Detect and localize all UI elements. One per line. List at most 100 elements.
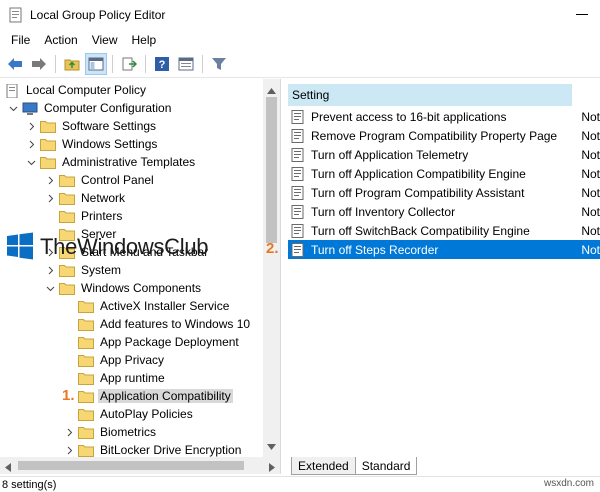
- tree-item-app-package-deployment[interactable]: App Package Deployment: [78, 333, 241, 351]
- policy-setting-icon: [291, 242, 305, 257]
- policy-row[interactable]: Turn off SwitchBack Compatibility Engine…: [288, 221, 600, 240]
- chevron-right-icon[interactable]: [64, 445, 74, 455]
- toolbar: ?: [0, 50, 600, 78]
- tree-item-printers[interactable]: Printers: [59, 207, 124, 225]
- callout-step-2: 2.: [266, 240, 279, 257]
- column-header-state[interactable]: [572, 84, 600, 106]
- tree-item-administrative-templates[interactable]: Administrative Templates: [26, 153, 197, 171]
- folder-icon: [59, 264, 75, 277]
- tree-item-local-computer-policy[interactable]: Local Computer Policy: [4, 81, 148, 99]
- toolbar-separator: [55, 54, 56, 73]
- folder-icon: [78, 426, 94, 439]
- help-icon[interactable]: ?: [151, 53, 173, 75]
- menu-help[interactable]: Help: [125, 33, 164, 47]
- policy-row[interactable]: Turn off Application Telemetry Not: [288, 145, 600, 164]
- folder-icon: [78, 336, 94, 349]
- tree-item-app-runtime[interactable]: App runtime: [78, 369, 167, 387]
- tree-pane: Local Computer Policy Computer Configura…: [0, 79, 281, 457]
- chevron-down-icon[interactable]: [8, 103, 18, 113]
- chevron-right-icon[interactable]: [26, 121, 36, 131]
- horizontal-scroll-thumb[interactable]: [18, 461, 244, 470]
- export-list-icon[interactable]: [118, 53, 140, 75]
- tab-extended[interactable]: Extended: [291, 457, 356, 475]
- tree-horizontal-scrollbar[interactable]: [0, 457, 281, 474]
- menu-action[interactable]: Action: [37, 33, 84, 47]
- properties-icon[interactable]: [175, 53, 197, 75]
- computer-icon: [22, 102, 38, 115]
- folder-open-icon: [59, 282, 75, 295]
- folder-icon: [59, 210, 75, 223]
- tree-item-autoplay-policies[interactable]: AutoPlay Policies: [78, 405, 195, 423]
- chevron-down-icon[interactable]: [26, 157, 36, 167]
- tree-item-app-privacy[interactable]: App Privacy: [78, 351, 166, 369]
- tree-item-biometrics[interactable]: Biometrics: [64, 423, 158, 441]
- up-folder-icon[interactable]: [61, 53, 83, 75]
- forward-arrow-icon[interactable]: [28, 53, 50, 75]
- chevron-right-icon[interactable]: [45, 265, 55, 275]
- settings-pane: Setting Prevent access to 16-bit applica…: [284, 79, 600, 453]
- windows-logo-icon: [6, 232, 34, 263]
- policy-setting-icon: [291, 223, 305, 238]
- chevron-right-icon[interactable]: [45, 193, 55, 203]
- scroll-right-arrow-icon[interactable]: [269, 461, 275, 475]
- tree-vertical-scrollbar[interactable]: [263, 79, 280, 457]
- title-bar: Local Group Policy Editor: [0, 0, 600, 29]
- site-watermark: wsxdn.com: [543, 478, 594, 489]
- svg-text:?: ?: [159, 59, 166, 71]
- filter-icon[interactable]: [208, 53, 230, 75]
- chevron-right-icon[interactable]: [45, 175, 55, 185]
- brand-watermark-text: TheWindowsClub: [40, 234, 209, 259]
- tree-item-bitlocker[interactable]: BitLocker Drive Encryption: [64, 441, 243, 457]
- callout-step-1: 1.: [62, 387, 75, 404]
- status-bar: 8 setting(s): [0, 476, 600, 492]
- policy-document-icon: [4, 83, 20, 98]
- toolbar-separator: [202, 54, 203, 73]
- policy-row[interactable]: Remove Program Compatibility Property Pa…: [288, 126, 600, 145]
- policy-row-selected[interactable]: Turn off Steps Recorder Not: [288, 240, 600, 259]
- back-arrow-icon[interactable]: [4, 53, 26, 75]
- tree-item-computer-configuration[interactable]: Computer Configuration: [8, 99, 173, 117]
- brand-watermark: TheWindowsClub: [6, 229, 209, 265]
- show-hide-tree-icon[interactable]: [85, 52, 107, 75]
- folder-icon: [59, 174, 75, 187]
- gpedit-app-icon: [8, 7, 24, 23]
- window-title: Local Group Policy Editor: [30, 7, 166, 22]
- scroll-down-arrow-icon[interactable]: [267, 439, 276, 453]
- tree-item-activex-installer-service[interactable]: ActiveX Installer Service: [78, 297, 231, 315]
- policy-setting-icon: [291, 204, 305, 219]
- tree-item-add-features[interactable]: Add features to Windows 10: [78, 315, 252, 333]
- folder-icon: [78, 300, 94, 313]
- tree-item-software-settings[interactable]: Software Settings: [26, 117, 158, 135]
- policy-row[interactable]: Turn off Application Compatibility Engin…: [288, 164, 600, 183]
- status-text: 8 setting(s): [2, 478, 57, 491]
- vertical-scroll-thumb[interactable]: [266, 97, 277, 243]
- view-tabs: Extended Standard: [285, 455, 600, 475]
- scroll-up-arrow-icon[interactable]: [267, 83, 276, 97]
- folder-icon: [40, 138, 56, 151]
- menu-file[interactable]: File: [4, 33, 37, 47]
- chevron-right-icon[interactable]: [64, 427, 74, 437]
- tree-item-network[interactable]: Network: [45, 189, 127, 207]
- policy-row[interactable]: Turn off Inventory Collector Not: [288, 202, 600, 221]
- policy-setting-icon: [291, 109, 305, 124]
- policy-row[interactable]: Prevent access to 16-bit applications No…: [288, 107, 600, 126]
- tree-item-application-compatibility[interactable]: Application Compatibility: [78, 387, 233, 405]
- tab-standard[interactable]: Standard: [354, 457, 418, 475]
- minimize-button[interactable]: [574, 6, 590, 22]
- policy-setting-icon: [291, 166, 305, 181]
- menu-bar: File Action View Help: [0, 29, 600, 50]
- folder-open-icon: [40, 156, 56, 169]
- menu-view[interactable]: View: [85, 33, 125, 47]
- toolbar-separator: [145, 54, 146, 73]
- tree-item-windows-settings[interactable]: Windows Settings: [26, 135, 159, 153]
- policy-setting-icon: [291, 185, 305, 200]
- tree-item-control-panel[interactable]: Control Panel: [45, 171, 156, 189]
- policy-row[interactable]: Turn off Program Compatibility Assistant…: [288, 183, 600, 202]
- chevron-down-icon[interactable]: [45, 283, 55, 293]
- folder-icon: [40, 120, 56, 133]
- chevron-right-icon[interactable]: [26, 139, 36, 149]
- scroll-left-arrow-icon[interactable]: [5, 461, 11, 475]
- tree-item-windows-components[interactable]: Windows Components: [45, 279, 203, 297]
- column-header-setting[interactable]: Setting: [288, 84, 572, 106]
- folder-icon: [78, 318, 94, 331]
